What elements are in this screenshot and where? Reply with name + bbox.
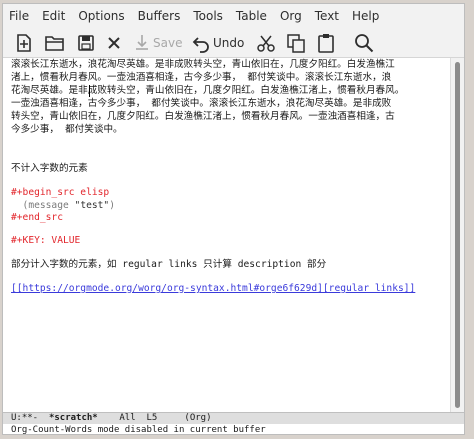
open-folder-icon <box>45 36 64 51</box>
echo-area: Org-Count-Words mode disabled in current… <box>3 424 464 434</box>
heading-not-counted: 不计入字数的元素 <box>11 163 88 174</box>
toolbar: Save Undo <box>3 28 464 58</box>
menu-file[interactable]: File <box>9 4 29 28</box>
new-file-icon <box>17 34 31 52</box>
copy-icon <box>287 34 305 53</box>
org-link[interactable]: [[https://orgmode.org/worg/org-syntax.ht… <box>11 282 415 295</box>
paragraph-line-4: 一壶浊酒喜相逢，古今多少事， 都付笑谈中。滚滚长江东逝水，浪花淘尽英雄。是非成败 <box>11 98 392 109</box>
paragraph-line-2: 渚上，惯看秋月春风。一壶浊酒喜相逢，古今多少事， 都付笑谈中。滚滚长江东逝水，浪 <box>11 72 392 83</box>
save-as-button[interactable] <box>75 31 97 55</box>
save-label: Save <box>153 36 183 50</box>
paragraph-line-5: 转头空，青山依旧在，几度夕阳红。白发渔樵江渚上，惯看秋月春风。一壶浊酒喜相逢，古 <box>11 111 395 122</box>
cut-button[interactable] <box>255 31 277 55</box>
paste-icon <box>318 34 334 53</box>
src-string: "test" <box>74 200 110 211</box>
menu-org[interactable]: Org <box>280 4 302 28</box>
modeline-status: U:**- <box>11 413 49 423</box>
save-disabled-icon <box>136 35 148 50</box>
buffer-text-area[interactable]: 滚滚长江东逝水，浪花淘尽英雄。是非成败转头空，青山依旧在，几度夕阳红。白发渔樵江… <box>3 58 452 412</box>
close-buffer-button[interactable] <box>105 31 123 55</box>
undo-icon <box>192 37 209 53</box>
begin-src-line: #+begin_src elisp <box>11 187 110 198</box>
end-src-line: #+end_src <box>11 212 63 223</box>
new-file-button[interactable] <box>13 31 35 55</box>
menu-buffers[interactable]: Buffers <box>138 4 181 28</box>
save-icon <box>78 35 94 51</box>
src-message-close: ) <box>109 200 115 211</box>
menu-tools[interactable]: Tools <box>193 4 223 28</box>
menu-options[interactable]: Options <box>78 4 124 28</box>
text-cursor <box>89 85 90 97</box>
search-button[interactable] <box>353 31 375 55</box>
scissors-icon <box>257 35 275 52</box>
copy-button[interactable] <box>285 31 307 55</box>
search-icon <box>355 34 374 53</box>
modeline: U:**- *scratch* All L5 (Org) <box>3 412 464 424</box>
vertical-scrollbar[interactable] <box>450 58 464 412</box>
menubar: File Edit Options Buffers Tools Table Or… <box>3 4 464 28</box>
menu-table[interactable]: Table <box>236 4 267 28</box>
open-file-button[interactable] <box>43 31 67 55</box>
keyword-line: #+KEY: VALUE <box>11 235 81 246</box>
src-message-open: (message <box>11 200 75 211</box>
modeline-position: All L5 (Org) <box>97 413 212 423</box>
emacs-window: File Edit Options Buffers Tools Table Or… <box>2 3 465 435</box>
close-icon <box>108 37 120 49</box>
undo-label: Undo <box>213 36 245 50</box>
menu-text[interactable]: Text <box>315 4 339 28</box>
heading-partial-count: 部分计入字数的元素，如 regular links 只计算 descriptio… <box>11 259 327 270</box>
modeline-buffer-name: *scratch* <box>48 413 98 423</box>
menu-help[interactable]: Help <box>352 4 379 28</box>
undo-button[interactable]: Undo <box>191 31 244 55</box>
scrollbar-thumb[interactable] <box>455 62 460 408</box>
save-button[interactable]: Save <box>133 31 182 55</box>
paragraph-line-3: 花淘尽英雄。是非成败转头空，青山依旧在，几度夕阳红。白发渔樵江渚上，惯看秋月春风… <box>11 85 405 96</box>
paragraph-line-1: 滚滚长江东逝水，浪花淘尽英雄。是非成败转头空，青山依旧在，几度夕阳红。白发渔樵江 <box>11 59 395 70</box>
menu-edit[interactable]: Edit <box>42 4 65 28</box>
paragraph-line-6: 今多少事， 都付笑谈中。 <box>11 124 123 135</box>
paste-button[interactable] <box>315 31 337 55</box>
